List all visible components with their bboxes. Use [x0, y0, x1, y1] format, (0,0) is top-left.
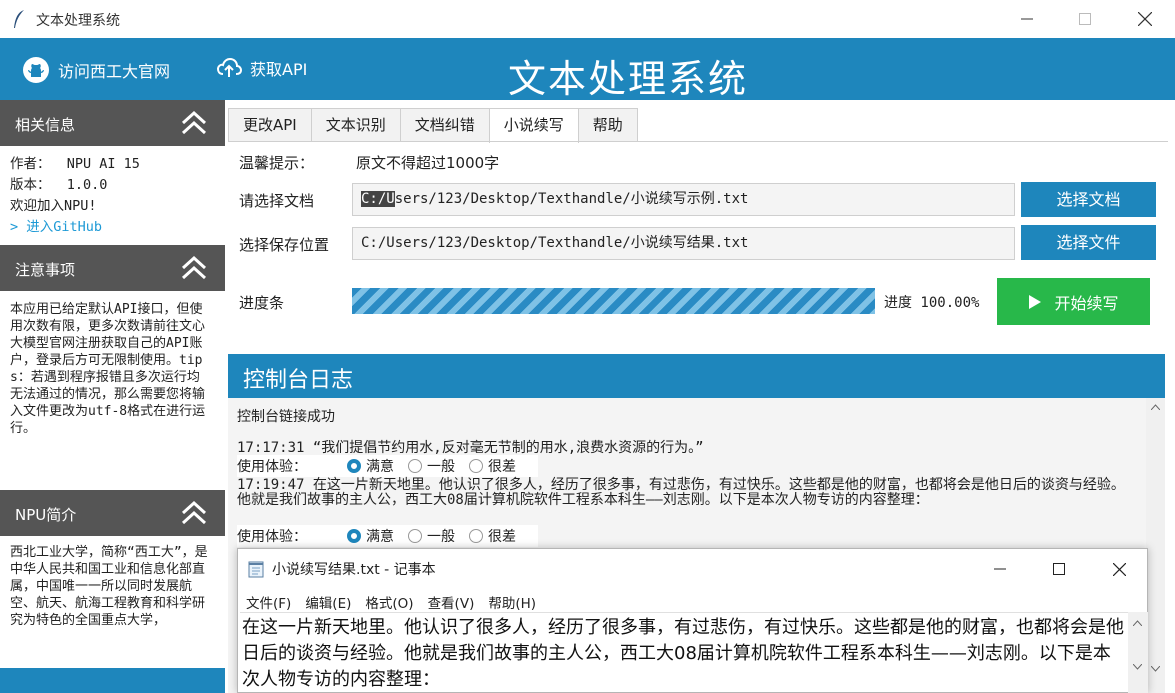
rating-option-average[interactable]: 一般 — [408, 456, 455, 476]
tab-help[interactable]: 帮助 — [577, 108, 638, 142]
console-entry: 17:17:31 “我们提倡节约用水,反对毫无节制的用水,浪费水资源的行为。” — [237, 440, 704, 456]
tab-change-api[interactable]: 更改API — [228, 108, 312, 142]
get-api-label: 获取API — [250, 60, 308, 79]
notepad-scrollbar[interactable] — [1128, 612, 1148, 693]
window-title: 文本处理系统 — [36, 13, 120, 29]
app-header: 访问西工大官网 获取API 文本处理系统 — [0, 38, 1175, 101]
radio-selected-icon — [347, 529, 361, 543]
menu-edit[interactable]: 编辑(E) — [305, 592, 351, 612]
tip-text: 原文不得超过1000字 — [356, 154, 500, 172]
chevron-up-icon[interactable] — [180, 110, 208, 136]
tab-novel-continuation[interactable]: 小说续写 — [488, 108, 579, 143]
rating-option-average[interactable]: 一般 — [408, 526, 455, 546]
get-api-link[interactable]: 获取API — [216, 56, 307, 80]
doc-path-field[interactable]: C:/Users/123/Desktop/Texthandle/小说续写示例.t… — [352, 183, 1015, 216]
maximize-icon[interactable] — [1073, 8, 1097, 30]
start-continuation-button[interactable]: 开始续写 — [997, 278, 1150, 325]
maximize-icon[interactable] — [1049, 559, 1069, 579]
notice-section-header[interactable]: 注意事项 — [0, 245, 225, 291]
rating-option-poor[interactable]: 很差 — [469, 456, 516, 476]
console-title: 控制台日志 — [243, 368, 354, 393]
progress-text: 进度 100.00% — [884, 295, 980, 311]
doc-path-rest: sers/123/Desktop/Texthandle/小说续写示例.txt — [394, 191, 749, 207]
save-path-field[interactable]: C:/Users/123/Desktop/Texthandle/小说续写结果.t… — [352, 227, 1015, 260]
select-doc-button[interactable]: 选择文档 — [1021, 182, 1156, 217]
menu-help[interactable]: 帮助(H) — [488, 592, 536, 612]
notepad-title: 小说续写结果.txt - 记事本 — [272, 562, 436, 578]
console-header: 控制台日志 — [228, 354, 1165, 398]
scroll-down-icon[interactable] — [1133, 664, 1142, 670]
tip-label: 温馨提示： — [239, 154, 315, 172]
window-titlebar: 文本处理系统 — [0, 0, 1175, 38]
cloud-upload-icon — [216, 57, 242, 77]
rating-group: 使用体验： 满意 一般 很差 — [237, 455, 538, 477]
scroll-down-icon[interactable] — [1151, 666, 1160, 672]
npu-section-title: NPU简介 — [15, 506, 77, 524]
play-icon — [1029, 294, 1042, 309]
sidebar: 相关信息 作者： NPU AI 15 版本： 1.0.0 欢迎加入NPU! > … — [0, 100, 225, 693]
save-location-label: 选择保存位置 — [239, 236, 330, 254]
minimize-icon[interactable] — [1015, 8, 1039, 30]
github-link[interactable]: > 进入GitHub — [10, 217, 140, 238]
welcome-text: 欢迎加入NPU! — [10, 198, 97, 214]
radio-selected-icon — [347, 459, 361, 473]
author-text: 作者： NPU AI 15 — [10, 156, 140, 172]
github-icon — [23, 57, 49, 83]
menu-view[interactable]: 查看(V) — [428, 592, 475, 612]
doc-label: 请选择文档 — [239, 192, 315, 210]
radio-icon — [408, 459, 422, 473]
rating-group: 使用体验： 满意 一般 很差 — [237, 525, 538, 547]
menu-file[interactable]: 文件(F) — [246, 592, 291, 612]
rating-label: 使用体验： — [237, 459, 307, 475]
info-content: 作者： NPU AI 15 版本： 1.0.0 欢迎加入NPU! > 进入Git… — [10, 154, 140, 238]
sidebar-footer-bar — [0, 668, 225, 693]
notice-section-title: 注意事项 — [15, 261, 76, 279]
chevron-up-icon[interactable] — [180, 255, 208, 281]
app-title: 文本处理系统 — [508, 57, 749, 101]
notepad-window[interactable]: 小说续写结果.txt - 记事本 文件(F) 编辑(E) 格式(O) 查看(V)… — [237, 548, 1148, 693]
radio-icon — [408, 529, 422, 543]
close-icon[interactable] — [1109, 559, 1129, 579]
close-icon[interactable] — [1133, 8, 1157, 30]
version-text: 版本： 1.0.0 — [10, 177, 108, 193]
progress-bar — [352, 288, 875, 314]
npu-text: 西北工业大学，简称“西工大”，是中华人民共和国工业和信息化部直属，中国唯一一所以… — [10, 545, 208, 628]
scroll-up-icon[interactable] — [1151, 404, 1160, 410]
tab-divider — [228, 141, 1168, 142]
rating-label: 使用体验： — [237, 529, 307, 545]
npu-website-label: 访问西工大官网 — [58, 62, 171, 81]
radio-icon — [469, 459, 483, 473]
notepad-text-area[interactable]: 在这一片新天地里。他认识了很多人，经历了很多事，有过悲伤，有过快乐。这些都是他的… — [240, 612, 1128, 693]
info-section-title: 相关信息 — [15, 116, 76, 134]
scroll-up-icon[interactable] — [1133, 620, 1142, 626]
minimize-icon[interactable] — [990, 559, 1010, 579]
rating-option-poor[interactable]: 很差 — [469, 526, 516, 546]
notepad-menubar: 文件(F) 编辑(E) 格式(O) 查看(V) 帮助(H) — [246, 592, 550, 612]
console-scrollbar[interactable] — [1146, 398, 1165, 693]
notice-text: 本应用已给定默认API接口，但使用次数有限，更多次数请前往文心大模型官网注册获取… — [10, 302, 206, 436]
menu-format[interactable]: 格式(O) — [365, 592, 413, 612]
tab-doc-correction[interactable]: 文档纠错 — [399, 108, 490, 142]
console-connected: 控制台链接成功 — [237, 409, 335, 425]
npu-website-link[interactable]: 访问西工大官网 — [22, 56, 170, 84]
tab-text-recognition[interactable]: 文本识别 — [310, 108, 401, 142]
tab-bar: 更改API 文本识别 文档纠错 小说续写 帮助 — [228, 108, 638, 143]
select-file-button[interactable]: 选择文件 — [1021, 225, 1156, 260]
console-entry: 17:19:47 在这一片新天地里。他认识了很多人，经历了很多事，有过悲伤，有过… — [237, 477, 1125, 508]
radio-icon — [469, 529, 483, 543]
doc-path-selection: C:/U — [361, 191, 395, 207]
notepad-titlebar: 小说续写结果.txt - 记事本 — [248, 559, 436, 579]
notepad-icon — [248, 561, 264, 578]
npu-section-header[interactable]: NPU简介 — [0, 490, 225, 536]
info-section-header[interactable]: 相关信息 — [0, 100, 225, 146]
chevron-up-icon[interactable] — [180, 500, 208, 526]
feather-icon — [14, 10, 24, 28]
start-button-label: 开始续写 — [1054, 293, 1119, 313]
progress-label: 进度条 — [239, 294, 285, 312]
rating-option-satisfied[interactable]: 满意 — [347, 456, 394, 476]
rating-option-satisfied[interactable]: 满意 — [347, 526, 394, 546]
